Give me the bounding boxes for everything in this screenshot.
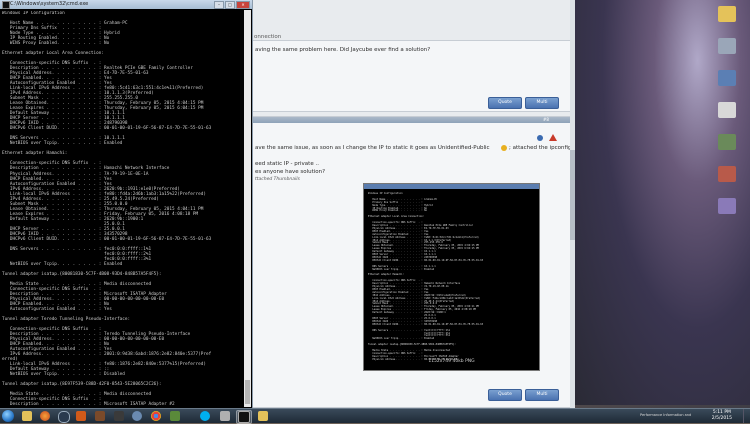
- attachment-label: ttached Thumbnails: [255, 177, 300, 182]
- taskbar-cmd-icon[interactable]: [238, 411, 250, 423]
- attachment-thumbnail[interactable]: Windows IP Configuration Host Name . . .…: [363, 183, 540, 371]
- clock-time: 5:11 PM: [712, 410, 731, 415]
- desktop-icon-tool[interactable]: [718, 198, 736, 214]
- desktop-icon-app[interactable]: [718, 70, 736, 86]
- cmd-line: Description . . . . . . . . . . . : Micr…: [2, 402, 175, 406]
- cmd-output[interactable]: Windows IP Configuration Host Name . . .…: [2, 11, 242, 406]
- taskbar-firefox-icon[interactable]: [40, 411, 50, 421]
- cmd-window: C:\Windows\system32\cmd.exe – □ ✕ Window…: [0, 0, 253, 408]
- browser-scroll-thumb[interactable]: [570, 150, 575, 240]
- cmd-title: C:\Windows\system32\cmd.exe: [10, 1, 89, 7]
- thumbnail-titlebar: [364, 184, 539, 189]
- desktop-icon-media[interactable]: [718, 166, 736, 182]
- show-desktop-button[interactable]: [743, 409, 750, 423]
- taskbar-app-icon[interactable]: [76, 411, 86, 421]
- taskbar-chrome-icon[interactable]: [151, 411, 161, 421]
- clock-date: 2/5/2015: [711, 415, 732, 421]
- post2-number: #8: [543, 117, 549, 122]
- taskbar-app2-icon[interactable]: [220, 411, 230, 421]
- taskbar: Performance Information and 5:11 PM 2/5/…: [0, 408, 750, 424]
- post2-line2: eed static IP - private ..: [255, 161, 319, 167]
- taskbar-folder-icon[interactable]: [22, 411, 32, 421]
- post2-line3: es anyone have solution?: [255, 169, 326, 175]
- desktop-icon-folder[interactable]: [718, 6, 736, 22]
- post2-warning-icon[interactable]: [549, 134, 557, 141]
- thumbnail-console-text: Windows IP Configuration Host Name . . .…: [368, 192, 484, 361]
- thumbnail-caption: 1152x749 40kb PNG: [428, 359, 475, 364]
- taskbar-media-icon[interactable]: [114, 411, 124, 421]
- taskbar-clock[interactable]: 5:11 PM 2/5/2015: [712, 410, 732, 421]
- cmd-line: DHCPv6 Client DUID. . . . . . . . : 00-0…: [2, 126, 212, 132]
- post1-text: aving the same problem here. Did Jaycube…: [255, 47, 431, 53]
- cmd-line: DHCPv6 Client DUID. . . . . . . . : 00-0…: [2, 236, 212, 242]
- window-controls: – □ ✕: [214, 1, 250, 9]
- post2-line1: ave the same issue, as soon as I change …: [255, 145, 490, 151]
- tray-notification-text: Performance Information and: [640, 413, 692, 417]
- cmd-line: IPv6 Address. . . . . . . . . . . : 2001…: [2, 352, 212, 358]
- forum-post-1: aving the same problem here. Did Jaycube…: [252, 40, 572, 112]
- desktop-icon-game[interactable]: [718, 134, 736, 150]
- post2-header-bar: [253, 117, 571, 123]
- cmd-icon: [2, 1, 10, 9]
- taskbar-game-icon[interactable]: [95, 411, 105, 421]
- maximize-button[interactable]: □: [225, 1, 235, 9]
- post1-quote-button[interactable]: Quote: [488, 97, 522, 109]
- post2-line1-end: ; attached the ipconfig: [509, 145, 572, 151]
- taskbar-explorer-icon[interactable]: [258, 411, 268, 421]
- cmd-scrollbar[interactable]: [244, 10, 251, 407]
- taskbar-people-icon[interactable]: [170, 411, 180, 421]
- desktop-icon-shortcut[interactable]: [718, 38, 736, 54]
- start-button[interactable]: [2, 410, 14, 422]
- taskbar-skype-icon[interactable]: [200, 411, 210, 421]
- cmd-titlebar[interactable]: C:\Windows\system32\cmd.exe – □ ✕: [0, 0, 252, 9]
- post2-smiley-icon: [501, 145, 507, 151]
- cmd-scroll-thumb[interactable]: [245, 380, 250, 404]
- post2-quote-button[interactable]: Quote: [488, 389, 522, 401]
- taskbar-disc-icon[interactable]: [132, 411, 142, 421]
- close-button[interactable]: ✕: [236, 1, 250, 9]
- taskbar-steam-icon[interactable]: [58, 411, 70, 423]
- minimize-button[interactable]: –: [214, 1, 224, 9]
- post2-report-icon[interactable]: [537, 135, 543, 141]
- post1-multi-button[interactable]: Multi: [525, 97, 559, 109]
- desktop-icon-doc[interactable]: [718, 102, 736, 118]
- post2-multi-button[interactable]: Multi: [525, 389, 559, 401]
